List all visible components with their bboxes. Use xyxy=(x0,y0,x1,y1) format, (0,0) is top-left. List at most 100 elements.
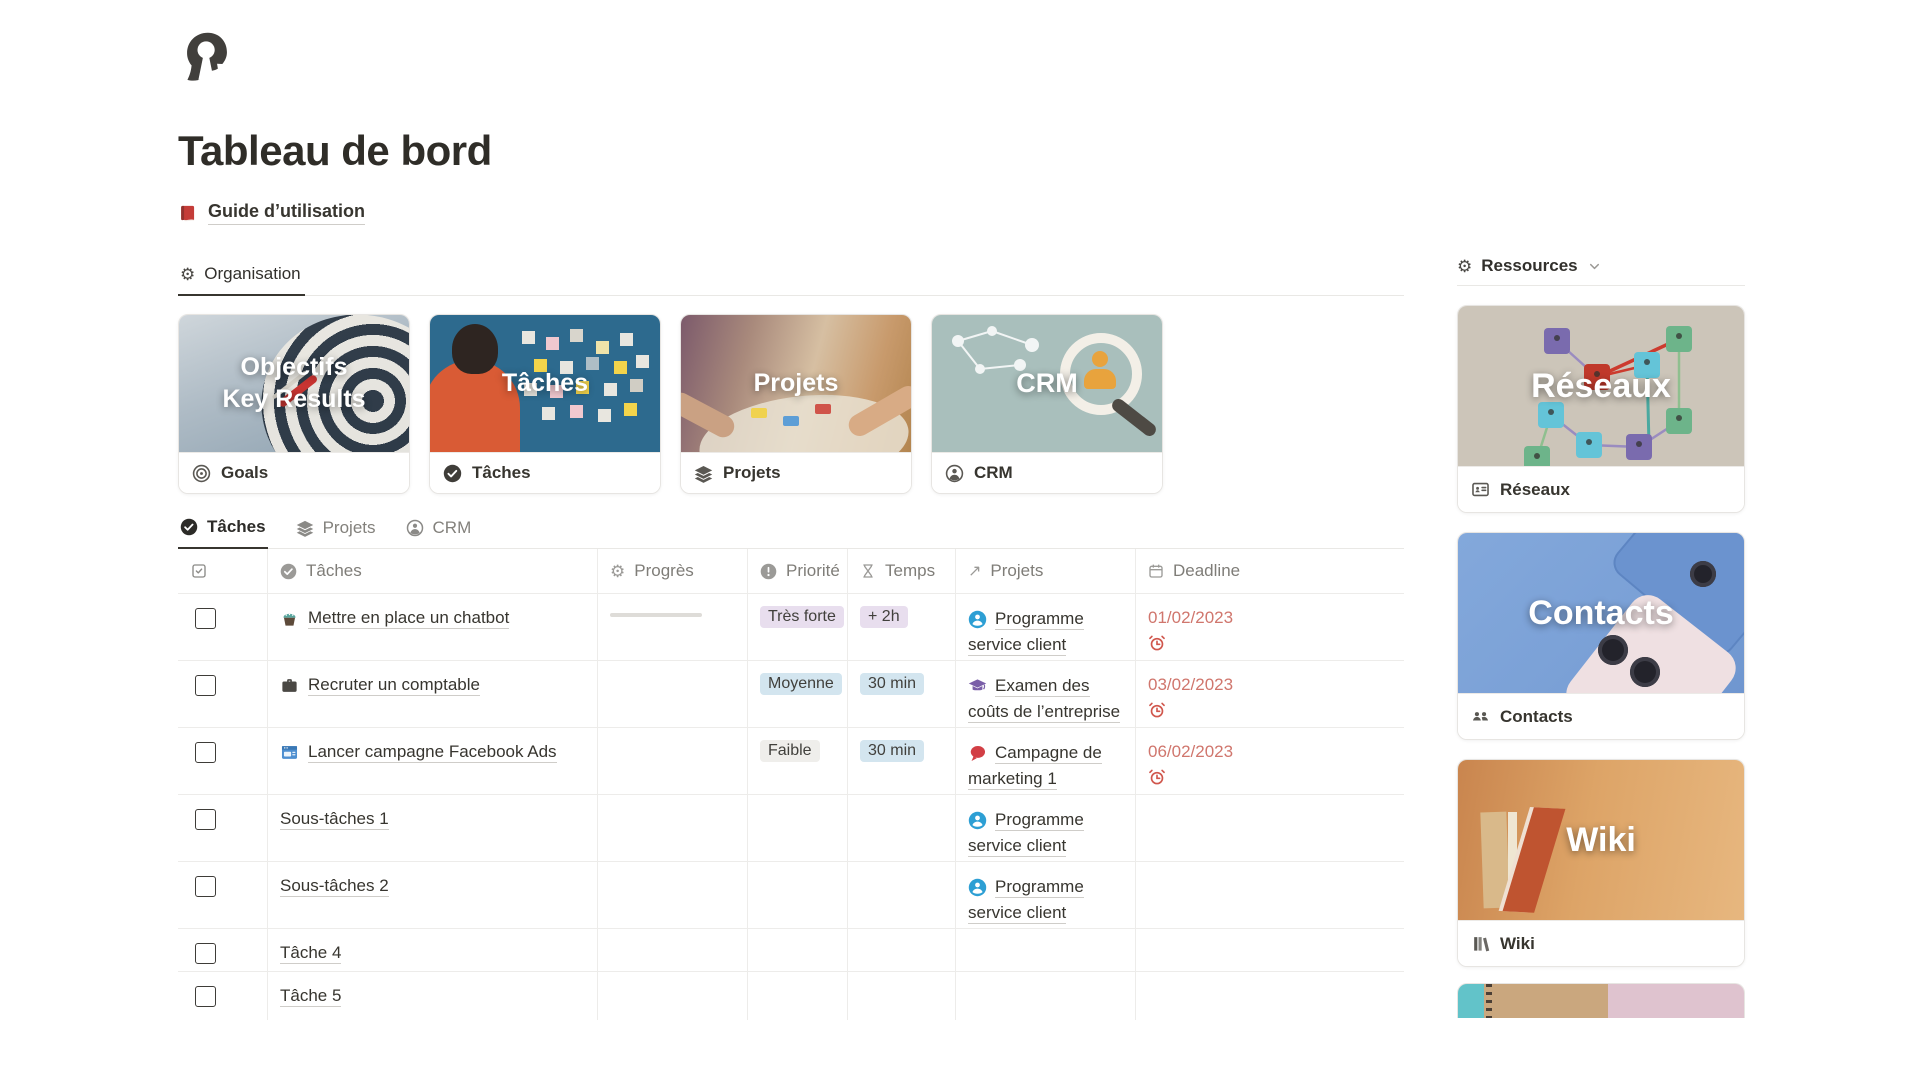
task-link[interactable]: Lancer campagne Facebook Ads xyxy=(308,742,557,763)
wiki-card-overlay: Wiki xyxy=(1458,760,1744,920)
card-goals[interactable]: Objectifs Key Results Goals xyxy=(178,314,410,494)
tab-organisation[interactable]: ⚙ Organisation xyxy=(178,258,305,296)
project-link[interactable]: Examen des coûts de l’entreprise xyxy=(968,676,1120,723)
arrow-up-right-icon: ↗ xyxy=(968,561,981,581)
crm-card-overlay: CRM xyxy=(932,315,1162,452)
table-header-row: Tâches ⚙ Progrès Priorité Temps ↗ Projet… xyxy=(178,549,1404,594)
card-wiki[interactable]: Wiki Wiki xyxy=(1457,759,1745,967)
crm-card-image: CRM xyxy=(932,315,1162,452)
contacts-card-caption: Contacts xyxy=(1458,693,1744,739)
page-title: Tableau de bord xyxy=(178,127,1404,175)
wiki-card-caption: Wiki xyxy=(1458,920,1744,966)
reseaux-card-overlay: Réseaux xyxy=(1458,306,1744,466)
temps-badge: 30 min xyxy=(860,673,924,695)
card-contacts[interactable]: Contacts Contacts xyxy=(1457,532,1745,740)
main-column: Tableau de bord Guide d’utilisation ⚙ Or… xyxy=(178,0,1404,1020)
organisation-tab-bar: ⚙ Organisation xyxy=(178,258,1404,296)
resources-header-label: Ressources xyxy=(1481,256,1577,276)
checkbox-icon xyxy=(190,562,208,580)
row-checkbox[interactable] xyxy=(195,876,216,897)
layers-icon xyxy=(694,464,713,483)
card-crm[interactable]: CRM CRM xyxy=(931,314,1163,494)
guide-link-label: Guide d’utilisation xyxy=(208,201,365,225)
tab-organisation-label: Organisation xyxy=(204,264,300,284)
priority-badge: Faible xyxy=(760,740,820,762)
card-taches[interactable]: Tâches Tâches xyxy=(429,314,661,494)
row-checkbox[interactable] xyxy=(195,986,216,1007)
alarm-clock-icon xyxy=(1148,701,1166,719)
hourglass-icon xyxy=(860,563,876,579)
deadline-date: 06/02/2023 xyxy=(1148,742,1233,761)
view-tab-projets[interactable]: Projets xyxy=(294,509,378,549)
column-header-select[interactable] xyxy=(178,549,268,593)
reseaux-card-image: Réseaux xyxy=(1458,306,1744,466)
target-icon xyxy=(192,464,211,483)
task-link[interactable]: Tâche 4 xyxy=(280,943,341,964)
check-circle-icon xyxy=(180,518,198,536)
check-circle-icon xyxy=(443,464,462,483)
row-checkbox[interactable] xyxy=(195,809,216,830)
contact-card-icon xyxy=(1471,480,1490,499)
table-row: Mettre en place un chatbot Très forte + … xyxy=(178,594,1404,661)
temps-badge: 30 min xyxy=(860,740,924,762)
alarm-clock-icon xyxy=(1148,768,1166,786)
resources-sidebar: ⚙ Ressources xyxy=(1457,0,1745,1018)
table-row: Tâche 4 xyxy=(178,929,1404,972)
column-header-taches[interactable]: Tâches xyxy=(268,549,598,593)
table-row: Sous-tâches 2 Programme service client xyxy=(178,862,1404,929)
table-view-tabs: Tâches Projets CRM xyxy=(178,509,1404,549)
card-reseaux[interactable]: Réseaux Réseaux xyxy=(1457,305,1745,513)
task-link[interactable]: Sous-tâches 2 xyxy=(280,876,389,897)
books-icon xyxy=(1471,934,1490,953)
check-circle-icon xyxy=(280,563,297,580)
people-icon xyxy=(1471,707,1490,726)
wiki-card-image: Wiki xyxy=(1458,760,1744,920)
person-circle-icon xyxy=(945,464,964,483)
column-header-priorite[interactable]: Priorité xyxy=(748,549,848,593)
crm-card-caption: CRM xyxy=(932,452,1162,493)
row-checkbox[interactable] xyxy=(195,943,216,964)
view-tab-taches[interactable]: Tâches xyxy=(178,509,268,549)
notion-dashboard-page: Tableau de bord Guide d’utilisation ⚙ Or… xyxy=(0,0,1920,1080)
column-header-deadline[interactable]: Deadline xyxy=(1136,549,1401,593)
chevron-down-icon xyxy=(1587,259,1602,274)
person-circle-blue-icon xyxy=(968,811,987,830)
sidebar-card-partial[interactable] xyxy=(1457,983,1745,1018)
taches-card-caption: Tâches xyxy=(430,452,660,493)
temps-badge: + 2h xyxy=(860,606,908,628)
task-link[interactable]: Recruter un comptable xyxy=(308,675,480,696)
project-link[interactable]: Campagne de marketing 1 xyxy=(968,743,1102,790)
column-header-projets[interactable]: ↗ Projets xyxy=(956,549,1136,593)
row-checkbox[interactable] xyxy=(195,742,216,763)
view-tab-crm[interactable]: CRM xyxy=(404,509,474,549)
priority-badge: Moyenne xyxy=(760,673,842,695)
card-projets[interactable]: Projets Projets xyxy=(680,314,912,494)
cupcake-icon xyxy=(280,609,299,628)
gallery-cards: Objectifs Key Results Goals Tâches xyxy=(178,314,1404,494)
tasks-table: Tâches ⚙ Progrès Priorité Temps ↗ Projet… xyxy=(178,549,1404,1020)
task-link[interactable]: Mettre en place un chatbot xyxy=(308,608,509,629)
table-row: Tâche 5 xyxy=(178,972,1404,1020)
column-header-progres[interactable]: ⚙ Progrès xyxy=(598,549,748,593)
head-profile-keyhole-icon xyxy=(178,30,236,88)
briefcase-icon xyxy=(280,676,299,695)
contacts-card-image: Contacts xyxy=(1458,533,1744,693)
goals-card-image: Objectifs Key Results xyxy=(179,315,409,452)
goals-card-overlay: Objectifs Key Results xyxy=(179,315,409,452)
row-checkbox[interactable] xyxy=(195,608,216,629)
resources-header[interactable]: ⚙ Ressources xyxy=(1457,256,1745,286)
task-link[interactable]: Tâche 5 xyxy=(280,986,341,1007)
column-header-temps[interactable]: Temps xyxy=(848,549,956,593)
person-circle-blue-icon xyxy=(968,878,987,897)
deadline-date: 01/02/2023 xyxy=(1148,608,1233,627)
facebook-ad-icon xyxy=(280,743,299,762)
goals-card-caption: Goals xyxy=(179,452,409,493)
task-link[interactable]: Sous-tâches 1 xyxy=(280,809,389,830)
gear-icon: ⚙ xyxy=(180,266,195,283)
row-checkbox[interactable] xyxy=(195,675,216,696)
spiral-binding-graphic xyxy=(1486,984,1492,1018)
projets-card-image: Projets xyxy=(681,315,911,452)
reseaux-card-caption: Réseaux xyxy=(1458,466,1744,512)
progress-bar xyxy=(610,613,702,617)
guide-link[interactable]: Guide d’utilisation xyxy=(178,201,365,225)
